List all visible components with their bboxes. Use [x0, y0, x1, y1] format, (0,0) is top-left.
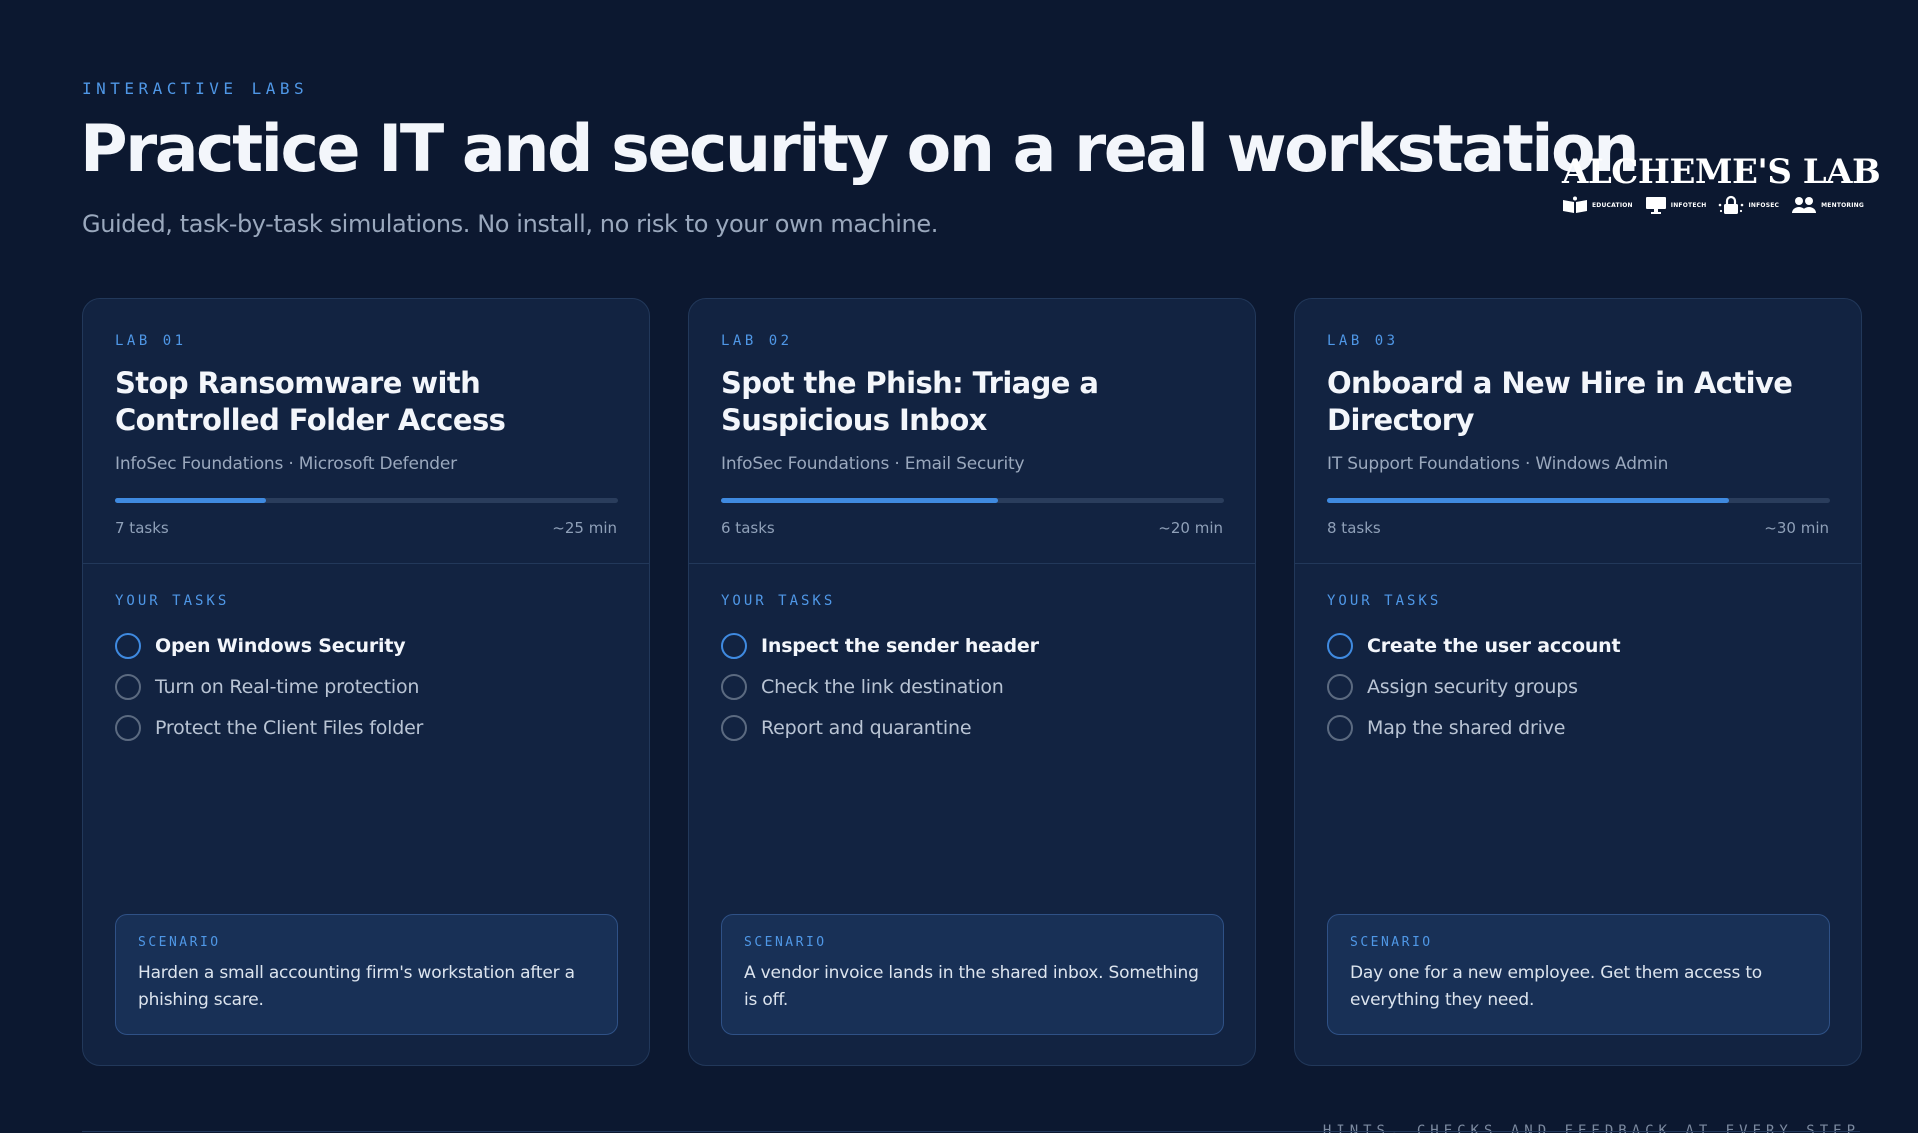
brand-logo: ALCHEME'S LAB EDUCATION INFOTECH INFOSEC… — [1562, 152, 1881, 232]
task-label: Report and quarantine — [761, 716, 972, 739]
task-item[interactable]: Check the link destination — [721, 666, 1039, 707]
card-divider — [83, 563, 649, 564]
circle-icon[interactable] — [1327, 673, 1353, 700]
task-list: Create the user account Assign security … — [1327, 625, 1621, 748]
lab-title: Onboard a New Hire in Active Directory — [1327, 366, 1793, 437]
task-label: Assign security groups — [1367, 675, 1578, 698]
logo-pillars: EDUCATION INFOTECH INFOSEC MENTORING — [1562, 195, 1864, 215]
logo-item-infotech: INFOTECH — [1645, 196, 1707, 214]
task-label: Create the user account — [1367, 634, 1621, 657]
card-header: LAB 02 Spot the Phish: Triage a Suspicio… — [721, 299, 1224, 564]
task-label: Map the shared drive — [1367, 716, 1566, 739]
scenario-box: SCENARIO Harden a small accounting firm'… — [115, 914, 618, 1035]
lab-meta: IT Support Foundations · Windows Admin — [1327, 454, 1669, 474]
card-divider — [1295, 563, 1861, 564]
task-label: Open Windows Security — [155, 634, 406, 657]
section-eyebrow: INTERACTIVE LABS — [82, 79, 309, 98]
lab-meta: InfoSec Foundations · Email Security — [721, 454, 1025, 474]
progress-fill — [721, 498, 998, 503]
lab-cards: LAB 01 Stop Ransomware with Controlled F… — [82, 298, 1862, 1066]
task-label: Check the link destination — [761, 675, 1004, 698]
circle-icon[interactable] — [721, 673, 747, 700]
circle-icon[interactable] — [115, 714, 141, 741]
task-item[interactable]: Create the user account — [1327, 625, 1621, 666]
tasks-count: 8 tasks — [1327, 519, 1381, 537]
monitor-icon — [1645, 197, 1666, 214]
circle-icon[interactable] — [721, 632, 747, 659]
duration: ~25 min — [552, 519, 617, 537]
logo-item-label: MENTORING — [1821, 201, 1865, 209]
task-label: Protect the Client Files folder — [155, 716, 424, 739]
progress-fill — [115, 498, 266, 503]
task-item[interactable]: Protect the Client Files folder — [115, 707, 423, 748]
lock-icon — [1719, 195, 1744, 214]
logo-item-infosec: INFOSEC — [1718, 195, 1779, 215]
tasks-count: 7 tasks — [115, 519, 169, 537]
lab-card-03[interactable]: LAB 03 Onboard a New Hire in Active Dire… — [1294, 298, 1862, 1066]
task-item[interactable]: Report and quarantine — [721, 707, 1039, 748]
tasks-heading: YOUR TASKS — [721, 593, 836, 609]
tasks-count: 6 tasks — [721, 519, 775, 537]
lab-title: Spot the Phish: Triage a Suspicious Inbo… — [721, 366, 1099, 437]
scenario-label: SCENARIO — [744, 935, 827, 950]
lab-meta: InfoSec Foundations · Microsoft Defender — [115, 454, 457, 474]
lab-card-02[interactable]: LAB 02 Spot the Phish: Triage a Suspicio… — [688, 298, 1256, 1066]
circle-icon[interactable] — [1327, 632, 1353, 659]
lab-number: LAB 02 — [721, 333, 793, 349]
circle-icon[interactable] — [115, 673, 141, 700]
task-label: Turn on Real-time protection — [155, 675, 420, 698]
tasks-heading: YOUR TASKS — [115, 593, 230, 609]
logo-item-label: INFOTECH — [1670, 201, 1707, 209]
page-subtitle: Guided, task-by-task simulations. No ins… — [82, 210, 938, 238]
lab-number: LAB 01 — [115, 333, 187, 349]
lab-number: LAB 03 — [1327, 333, 1399, 349]
duration: ~20 min — [1158, 519, 1223, 537]
circle-icon[interactable] — [115, 632, 141, 659]
duration: ~30 min — [1764, 519, 1829, 537]
logo-item-label: INFOSEC — [1748, 201, 1780, 209]
progress-bar — [115, 498, 618, 503]
book-icon — [1563, 196, 1587, 213]
card-header: LAB 03 Onboard a New Hire in Active Dire… — [1327, 299, 1830, 564]
card-divider — [689, 563, 1255, 564]
logo-item-education: EDUCATION — [1562, 196, 1633, 214]
scenario-text: A vendor invoice lands in the shared inb… — [744, 963, 1199, 1010]
task-item[interactable]: Assign security groups — [1327, 666, 1620, 707]
tasks-heading: YOUR TASKS — [1327, 593, 1442, 609]
circle-icon[interactable] — [1327, 714, 1353, 741]
progress-bar — [1327, 498, 1830, 503]
lab-card-01[interactable]: LAB 01 Stop Ransomware with Controlled F… — [82, 298, 650, 1066]
scenario-box: SCENARIO A vendor invoice lands in the s… — [721, 914, 1224, 1035]
scenario-label: SCENARIO — [138, 935, 221, 950]
footer-divider — [82, 1131, 1860, 1132]
task-item[interactable]: Map the shared drive — [1327, 707, 1620, 748]
labs-page: INTERACTIVE LABS Practice IT and securit… — [0, 0, 1918, 1133]
progress-fill — [1327, 498, 1730, 503]
people-icon — [1792, 197, 1817, 213]
logo-wordmark: ALCHEME'S LAB — [1562, 152, 1881, 192]
scenario-box: SCENARIO Day one for a new employee. Get… — [1327, 914, 1830, 1035]
page-title: Practice IT and security on a real works… — [80, 112, 1639, 187]
task-item[interactable]: Inspect the sender header — [721, 625, 1039, 666]
card-header: LAB 01 Stop Ransomware with Controlled F… — [115, 299, 618, 564]
progress-bar — [721, 498, 1224, 503]
task-list: Inspect the sender header Check the link… — [721, 625, 1039, 748]
circle-icon[interactable] — [721, 714, 747, 741]
logo-item-label: EDUCATION — [1592, 201, 1633, 209]
scenario-label: SCENARIO — [1350, 935, 1433, 950]
lab-title: Stop Ransomware with Controlled Folder A… — [115, 366, 506, 437]
logo-item-mentoring: MENTORING — [1791, 196, 1864, 214]
task-item[interactable]: Turn on Real-time protection — [115, 666, 423, 707]
task-label: Inspect the sender header — [761, 634, 1039, 657]
scenario-text: Day one for a new employee. Get them acc… — [1350, 963, 1762, 1010]
task-list: Open Windows Security Turn on Real-time … — [115, 625, 423, 748]
scenario-text: Harden a small accounting firm's worksta… — [138, 963, 575, 1010]
task-item[interactable]: Open Windows Security — [115, 625, 423, 666]
